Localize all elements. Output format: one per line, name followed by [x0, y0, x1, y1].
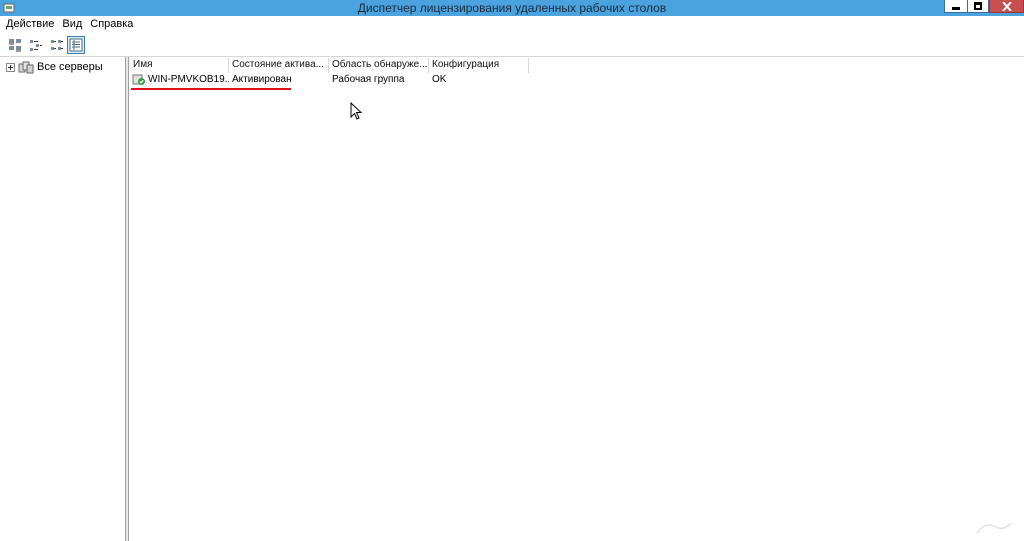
configuration-cell: OK	[432, 74, 447, 85]
server-name: WIN-PMVKOB19...	[148, 74, 229, 85]
tree-pane: Все серверы	[0, 57, 126, 541]
menu-bar: Действие Вид Справка	[0, 16, 1024, 32]
column-header-name[interactable]: Имя	[130, 58, 229, 73]
highlight-underline	[131, 88, 291, 90]
servers-icon	[18, 61, 34, 73]
maximize-button[interactable]	[967, 0, 989, 13]
column-header-scope[interactable]: Область обнаруже...	[329, 58, 429, 73]
minimize-button[interactable]	[944, 0, 968, 13]
toolbar	[0, 32, 1024, 57]
watermark-logo-icon	[976, 522, 1012, 534]
license-manager-window: Диспетчер лицензирования удаленных рабоч…	[0, 0, 1024, 541]
details-view-button[interactable]	[67, 36, 85, 54]
details-view-icon	[69, 38, 83, 52]
title-bar[interactable]: Диспетчер лицензирования удаленных рабоч…	[0, 0, 1024, 16]
server-list: Имя Состояние актива... Область обнаруже…	[130, 57, 1024, 541]
list-view-button[interactable]	[48, 36, 66, 54]
small-icons-view-icon	[30, 40, 42, 51]
menu-action[interactable]: Действие	[2, 16, 58, 32]
minimize-icon	[952, 7, 960, 10]
column-header-config[interactable]: Конфигурация	[429, 58, 529, 73]
close-icon	[1001, 1, 1012, 11]
window-title: Диспетчер лицензирования удаленных рабоч…	[357, 1, 667, 15]
tree-item-all-servers[interactable]: Все серверы	[6, 60, 103, 74]
list-view-icon	[51, 40, 63, 50]
list-header: Имя Состояние актива... Область обнаруже…	[130, 58, 529, 73]
table-row[interactable]: WIN-PMVKOB19... Активирован Рабочая груп…	[130, 73, 529, 87]
tree-item-label: Все серверы	[37, 61, 103, 73]
small-icons-view-button[interactable]	[27, 36, 45, 54]
restore-icon	[974, 2, 982, 10]
activation-status-cell: Активирован	[232, 74, 292, 85]
activated-server-icon	[132, 74, 145, 85]
large-icons-view-button[interactable]	[6, 36, 24, 54]
server-name-cell[interactable]: WIN-PMVKOB19...	[130, 73, 229, 87]
pane-splitter[interactable]	[126, 57, 129, 541]
menu-view[interactable]: Вид	[58, 16, 86, 32]
menu-help[interactable]: Справка	[86, 16, 137, 32]
discovery-scope-cell: Рабочая группа	[332, 74, 405, 85]
expand-icon[interactable]	[6, 62, 15, 72]
large-icons-view-icon	[9, 39, 21, 52]
mouse-cursor-icon	[350, 102, 362, 120]
close-button[interactable]	[989, 0, 1024, 13]
column-header-status[interactable]: Состояние актива...	[229, 58, 329, 73]
